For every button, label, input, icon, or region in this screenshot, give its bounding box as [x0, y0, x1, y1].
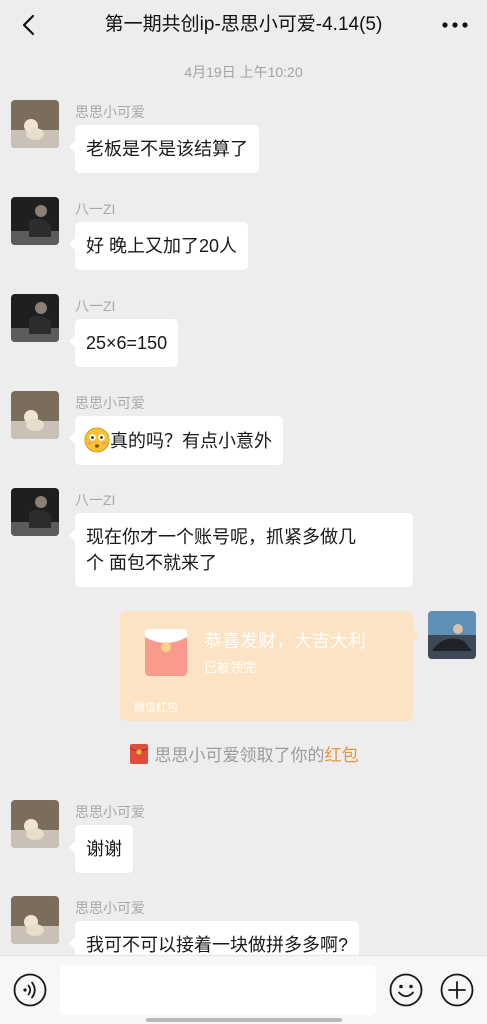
message-text-line: 个 面包不就来了	[86, 553, 218, 573]
message-input[interactable]	[60, 965, 376, 1015]
red-packet-title: 恭喜发财，大吉大利	[204, 631, 366, 651]
sender-name: 思思小可爱	[75, 804, 145, 820]
voice-icon	[13, 973, 47, 1007]
sender-name: 八一ZI	[75, 298, 116, 314]
avatar-sisi[interactable]	[11, 100, 59, 148]
more-horizontal-icon	[442, 22, 468, 28]
message-bubble[interactable]: 好 晚上又加了20人	[68, 222, 249, 270]
top-bar: 第一期共创ip-思思小可爱-4.14(5)	[0, 0, 487, 50]
emoji-button[interactable]	[389, 973, 423, 1007]
plus-button[interactable]	[440, 973, 474, 1007]
sender-name: 思思小可爱	[75, 900, 145, 916]
message-bubble[interactable]: 真的吗？有点小意外	[69, 416, 283, 465]
system-note: 思思小可爱领取了你的红包	[0, 741, 487, 766]
avatar-sisi[interactable]	[11, 391, 59, 439]
message-text: 真的吗？有点小意外	[110, 431, 272, 451]
home-indicator[interactable]	[146, 1018, 342, 1022]
voice-button[interactable]	[13, 973, 47, 1007]
avatar-bayi[interactable]	[11, 197, 59, 245]
chat-area[interactable]: 4月19日 上午10:20 思思小可爱 老板是不是该结算了 八一ZI 好 晚上又…	[0, 50, 487, 955]
avatar-sisi[interactable]	[11, 896, 59, 944]
avatar-bayi[interactable]	[11, 294, 59, 342]
message-bubble[interactable]: 老板是不是该结算了	[69, 125, 259, 173]
plus-icon	[440, 973, 474, 1007]
timestamp: 4月19日 上午10:20	[184, 64, 303, 80]
red-packet-card[interactable]: 恭喜发财，大吉大利 已被领完 微信红包	[120, 611, 419, 721]
system-note-text: 思思小可爱领取了你的	[154, 746, 325, 765]
red-packet-link[interactable]: 红包	[325, 746, 359, 765]
message-bubble[interactable]: 我可不可以接着一块做拼多多啊?	[68, 921, 360, 955]
chat-title: 第一期共创ip-思思小可爱-4.14(5)	[104, 14, 383, 35]
flushed-face-icon	[84, 427, 110, 453]
chevron-left-icon	[22, 14, 35, 36]
emoji-icon	[389, 973, 423, 1007]
red-packet-small-icon	[129, 744, 148, 764]
sender-name: 思思小可爱	[75, 104, 145, 120]
red-packet-footer: 微信红包	[134, 702, 178, 714]
sender-name: 思思小可爱	[75, 395, 145, 411]
message-bubble[interactable]: 谢谢	[69, 825, 133, 873]
message-bubble[interactable]: 25×6=150	[68, 319, 179, 367]
avatar-bayi[interactable]	[11, 488, 59, 536]
input-bar	[0, 955, 487, 1024]
message-bubble[interactable]: 现在你才一个账号呢，抓紧多做几 个 面包不就来了	[69, 513, 413, 587]
avatar-self[interactable]	[428, 611, 476, 659]
red-packet-icon	[145, 629, 187, 676]
avatar-sisi[interactable]	[11, 800, 59, 848]
back-button[interactable]	[14, 10, 44, 40]
sender-name: 八一ZI	[75, 492, 116, 508]
more-button[interactable]	[437, 10, 473, 40]
red-packet-status: 已被领完	[204, 660, 257, 675]
sender-name: 八一ZI	[75, 201, 116, 217]
message-text-line: 现在你才一个账号呢，抓紧多做几	[86, 527, 356, 547]
